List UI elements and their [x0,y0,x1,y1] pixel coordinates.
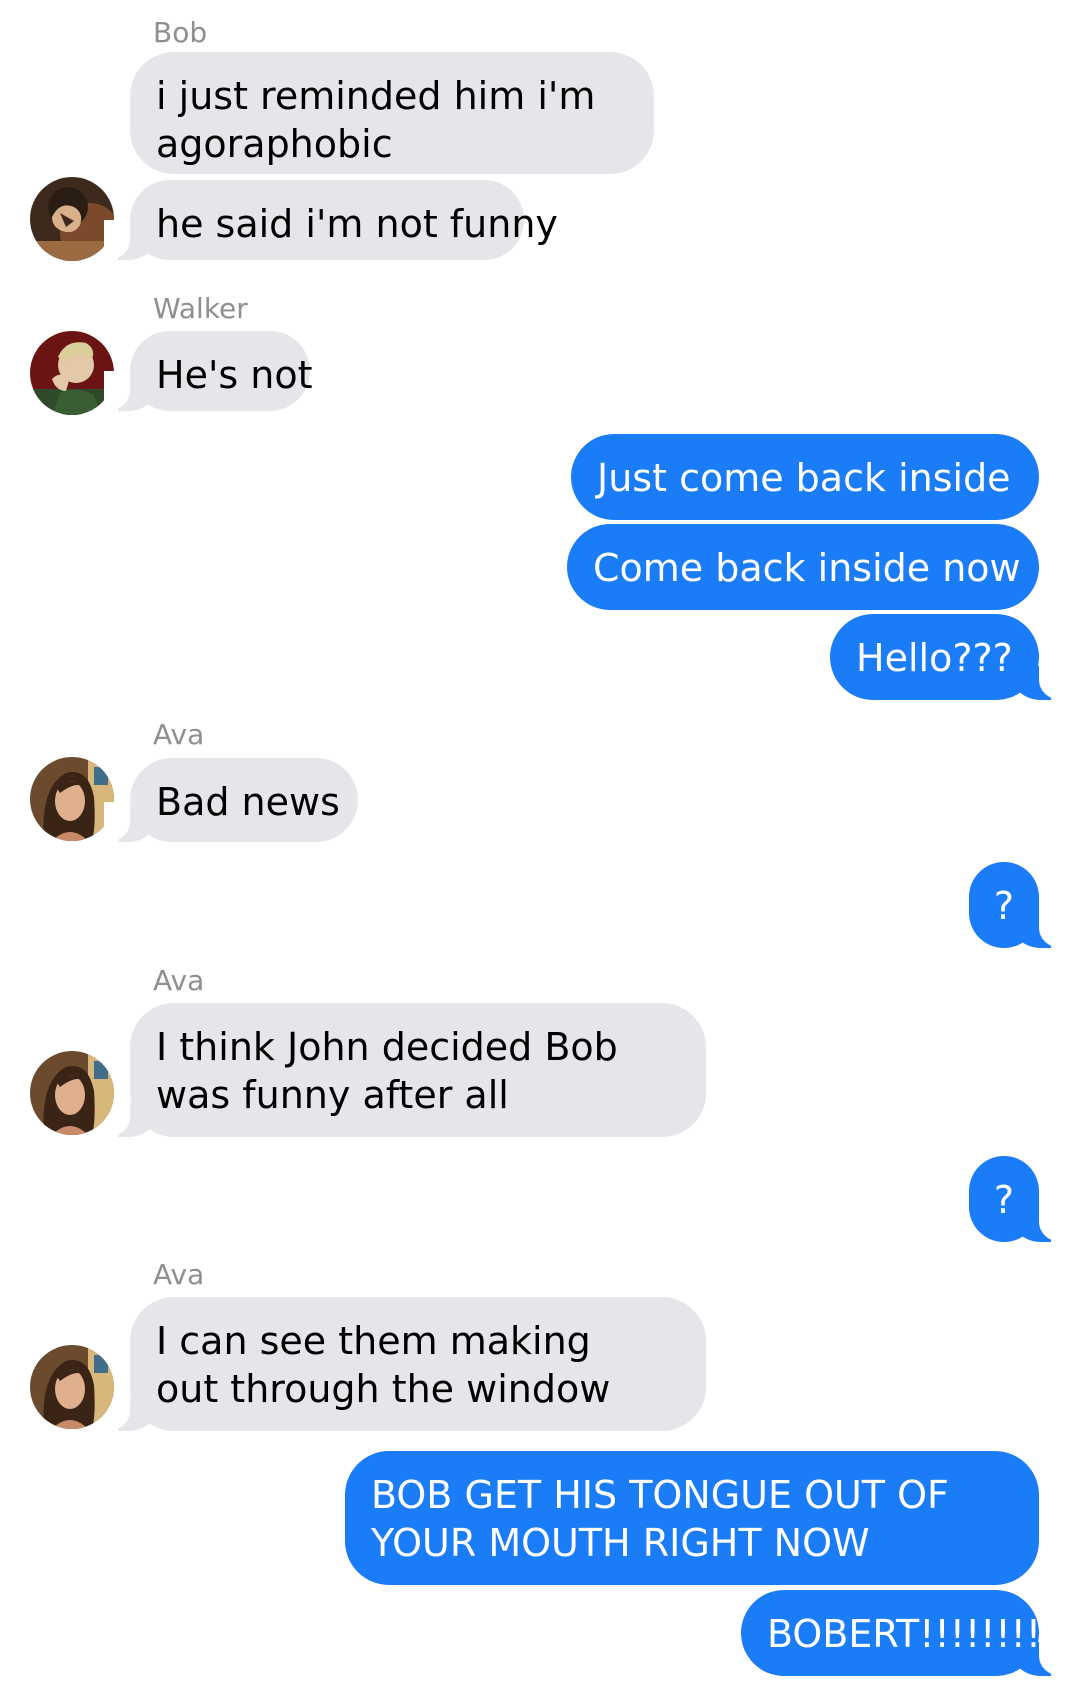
message-text: BOB GET HIS TONGUE OUT OF YOUR MOUTH RIG… [371,1473,949,1565]
avatar-walker[interactable] [30,331,114,415]
message-text: ? [993,884,1015,928]
incoming-message[interactable]: I think John decided Bob was funny after… [104,1003,706,1137]
sender-label-walker: Walker [153,292,248,325]
outgoing-message[interactable]: BOBERT!!!!!!!! [741,1590,1065,1676]
sender-label-ava: Ava [153,718,205,751]
sender-label-ava: Ava [153,1258,205,1291]
outgoing-message[interactable]: Come back inside now [567,524,1039,610]
avatar-photo-ava-icon [30,1345,114,1429]
message-thread[interactable]: Bob i just reminded him i'm agoraphobic … [0,0,1080,1706]
message-text: Come back inside now [593,546,1021,590]
outgoing-message[interactable]: Hello??? [830,614,1065,700]
incoming-message[interactable]: Bad news [104,758,358,842]
message-text: I can see them making out through the wi… [156,1319,611,1411]
avatar-bob[interactable] [30,177,114,261]
message-text: Just come back inside [597,456,1011,500]
avatar-ava[interactable] [30,1345,114,1429]
incoming-message[interactable]: i just reminded him i'm agoraphobic [130,52,654,174]
incoming-message[interactable]: he said i'm not funny [104,180,558,260]
avatar-photo-ava-icon [30,757,114,841]
message-text: BOBERT!!!!!!!! [767,1612,1042,1656]
message-text: Hello??? [856,636,1013,680]
avatar-photo-bob-icon [30,177,114,261]
message-text: He's not [156,353,313,397]
incoming-message[interactable]: I can see them making out through the wi… [104,1297,706,1431]
message-text: i just reminded him i'm agoraphobic [156,74,596,166]
avatar-photo-walker-icon [30,331,114,415]
message-text: Bad news [156,780,340,824]
outgoing-message[interactable]: ? [969,1156,1065,1242]
message-text: ? [993,1178,1015,1222]
outgoing-message[interactable]: BOB GET HIS TONGUE OUT OF YOUR MOUTH RIG… [345,1451,1039,1585]
avatar-ava[interactable] [30,757,114,841]
sender-label-bob: Bob [153,16,208,49]
avatar-photo-ava-icon [30,1051,114,1135]
message-text: I think John decided Bob was funny after… [156,1025,618,1117]
sender-label-ava: Ava [153,964,205,997]
outgoing-message[interactable]: Just come back inside [571,434,1039,520]
outgoing-message[interactable]: ? [969,862,1065,948]
incoming-message[interactable]: He's not [104,331,313,411]
avatar-ava[interactable] [30,1051,114,1135]
message-text: he said i'm not funny [156,202,558,246]
